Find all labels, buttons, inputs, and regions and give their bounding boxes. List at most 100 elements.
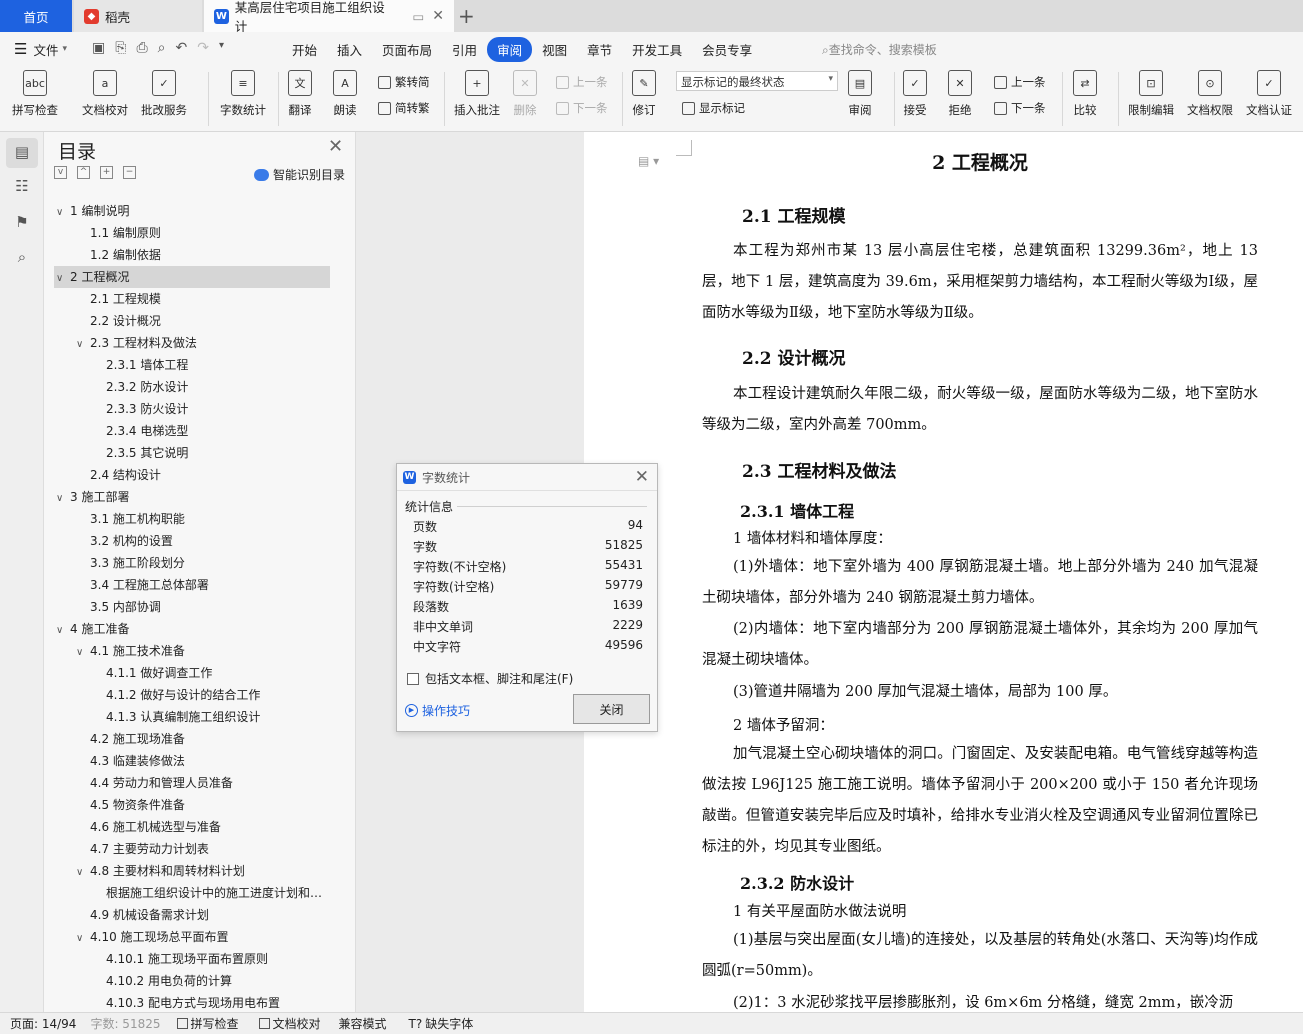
toc-item[interactable]: 2.3.4 电梯选型: [54, 420, 330, 442]
close-icon[interactable]: ✕: [328, 136, 343, 157]
toc-item[interactable]: 3.2 机构的设置: [54, 530, 330, 552]
toc-item[interactable]: 4.10.2 用电负荷的计算: [54, 970, 330, 992]
doc-proof-button[interactable]: a 文档校对: [82, 70, 128, 118]
page-indicator[interactable]: 页面: 14/94: [10, 1015, 76, 1032]
tab-document[interactable]: W 某高层住宅项目施工组织设计 ▭ ✕: [204, 0, 454, 34]
export-pdf-icon[interactable]: ⎘: [115, 40, 126, 56]
status-spell-check[interactable]: 拼写检查: [176, 1015, 239, 1032]
tab-pin-icon[interactable]: ▭: [412, 9, 424, 24]
toc-item[interactable]: 4.3 临建装修做法: [54, 750, 330, 772]
menu-view[interactable]: 视图: [532, 40, 577, 59]
spell-check-button[interactable]: abc 拼写检查: [12, 70, 58, 118]
toc-item[interactable]: ∨ 1 编制说明: [54, 200, 330, 222]
read-aloud-button[interactable]: A 朗读: [333, 70, 357, 118]
toc-item[interactable]: 3.5 内部协调: [54, 596, 330, 618]
toc-item[interactable]: 根据施工组织设计中的施工进度计划和…: [54, 882, 330, 904]
insert-comment-button[interactable]: + 插入批注: [454, 70, 500, 118]
document-page[interactable]: ▤ ▾ 2 工程概况 2.1 工程规模 本工程为郑州市某 13 层小高层住宅楼，…: [584, 132, 1303, 1012]
toc-item[interactable]: 2.3.5 其它说明: [54, 442, 330, 464]
toc-item[interactable]: 4.5 物资条件准备: [54, 794, 330, 816]
toc-item[interactable]: 1.1 编制原则: [54, 222, 330, 244]
status-doc-proof[interactable]: 文档校对: [258, 1015, 321, 1032]
undo-icon[interactable]: ↶: [175, 40, 187, 56]
toc-item[interactable]: ∨ 4.8 主要材料和周转材料计划: [54, 860, 330, 882]
tab-daoke[interactable]: ◆ 稻壳: [74, 0, 202, 32]
toc-item[interactable]: ∨ 4 施工准备: [54, 618, 330, 640]
toc-item[interactable]: 2.4 结构设计: [54, 464, 330, 486]
menu-review[interactable]: 审阅: [487, 36, 533, 62]
toc-item[interactable]: 3.1 施工机构职能: [54, 508, 330, 530]
toc-item[interactable]: 3.3 施工阶段划分: [54, 552, 330, 574]
toc-item[interactable]: 4.1.3 认真编制施工组织设计: [54, 706, 330, 728]
chevron-down-icon[interactable]: ∨: [56, 268, 70, 288]
file-menu[interactable]: ☰ 文件 ▾: [14, 40, 67, 59]
toc-item[interactable]: 4.4 劳动力和管理人员准备: [54, 772, 330, 794]
prev-comment-button[interactable]: 上一条: [556, 74, 608, 90]
include-textbox-checkbox[interactable]: 包括文本框、脚注和尾注(F): [407, 670, 573, 687]
track-changes-button[interactable]: ✎ 修订: [632, 70, 656, 118]
toc-item[interactable]: 2.3.3 防火设计: [54, 398, 330, 420]
simp-to-trad-button[interactable]: 简转繁: [378, 100, 430, 116]
accept-button[interactable]: ✓ 接受: [903, 70, 927, 118]
toc-item[interactable]: 4.6 施工机械选型与准备: [54, 816, 330, 838]
chevron-down-icon[interactable]: ∨: [76, 928, 90, 948]
toc-item[interactable]: 2.3.2 防水设计: [54, 376, 330, 398]
menu-page-layout[interactable]: 页面布局: [372, 40, 442, 59]
toc-item[interactable]: 4.1.1 做好调查工作: [54, 662, 330, 684]
page-options-icon[interactable]: ▤ ▾: [638, 154, 659, 168]
checkbox-box[interactable]: [407, 672, 419, 685]
tab-home[interactable]: 首页: [0, 0, 72, 32]
new-tab-plus-icon[interactable]: +: [458, 4, 475, 28]
bookmark-icon[interactable]: ⚑: [13, 213, 31, 231]
next-change-button[interactable]: 下一条: [994, 100, 1046, 116]
toc-item[interactable]: ∨ 4.1 施工技术准备: [54, 640, 330, 662]
add-heading-icon[interactable]: +: [100, 166, 113, 179]
toc-item[interactable]: 4.10.1 施工现场平面布置原则: [54, 948, 330, 970]
chevron-down-icon[interactable]: ∨: [76, 862, 90, 882]
restrict-editing-button[interactable]: ⊡ 限制编辑: [1128, 70, 1174, 118]
dialog-titlebar[interactable]: W 字数统计: [397, 464, 657, 491]
trad-to-simp-button[interactable]: 繁转简: [378, 74, 430, 90]
redo-icon[interactable]: ↷: [197, 40, 209, 56]
menu-developer[interactable]: 开发工具: [622, 40, 692, 59]
toc-item[interactable]: 4.2 施工现场准备: [54, 728, 330, 750]
print-icon[interactable]: ⎙: [136, 40, 147, 56]
toc-item[interactable]: ∨ 4.10 施工现场总平面布置: [54, 926, 330, 948]
prev-change-button[interactable]: 上一条: [994, 74, 1046, 90]
chevron-down-icon[interactable]: ∨: [56, 202, 70, 222]
chevron-down-icon[interactable]: ∨: [76, 334, 90, 354]
reject-button[interactable]: ✕ 拒绝: [948, 70, 972, 118]
close-icon[interactable]: ✕: [635, 467, 649, 487]
menu-member[interactable]: 会员专享: [692, 40, 762, 59]
toc-item[interactable]: 4.7 主要劳动力计划表: [54, 838, 330, 860]
toc-pane-icon[interactable]: ▤: [6, 138, 38, 168]
toc-item[interactable]: 2.2 设计概况: [54, 310, 330, 332]
menu-references[interactable]: 引用: [442, 40, 487, 59]
word-count-indicator[interactable]: 字数: 51825: [90, 1015, 160, 1032]
doc-permission-button[interactable]: ⊙ 文档权限: [1187, 70, 1233, 118]
compare-button[interactable]: ⇄ 比较: [1073, 70, 1097, 118]
smart-toc-button[interactable]: 智能识别目录: [254, 166, 345, 183]
toc-item[interactable]: 2.3.1 墙体工程: [54, 354, 330, 376]
expand-all-icon[interactable]: v: [54, 166, 67, 179]
markup-state-select[interactable]: 显示标记的最终状态 ▾: [676, 71, 838, 91]
remove-heading-icon[interactable]: −: [123, 166, 136, 179]
menu-insert[interactable]: 插入: [327, 40, 372, 59]
toc-item[interactable]: 2.1 工程规模: [54, 288, 330, 310]
translate-button[interactable]: 文翻译: [288, 70, 312, 118]
save-icon[interactable]: ▣: [92, 40, 105, 56]
search-icon[interactable]: ⌕: [13, 248, 31, 266]
collapse-all-icon[interactable]: ^: [77, 166, 90, 179]
toc-item[interactable]: ∨ 2 工程概况: [54, 266, 330, 288]
batch-correct-button[interactable]: ✓ 批改服务: [141, 70, 187, 118]
toc-item[interactable]: 1.2 编制依据: [54, 244, 330, 266]
delete-comment-button[interactable]: ✕ 删除: [513, 70, 537, 118]
chapter-nav-icon[interactable]: ☷: [13, 177, 31, 195]
tab-close-icon[interactable]: ✕: [432, 8, 444, 24]
customize-chevron-icon[interactable]: ▾: [219, 40, 224, 56]
print-preview-icon[interactable]: ⌕: [158, 40, 166, 56]
toc-item[interactable]: ∨ 2.3 工程材料及做法: [54, 332, 330, 354]
toc-item[interactable]: 4.10.3 配电方式与现场用电布置: [54, 992, 330, 1012]
menu-start[interactable]: 开始: [282, 40, 327, 59]
show-markup-button[interactable]: 显示标记: [682, 100, 745, 116]
